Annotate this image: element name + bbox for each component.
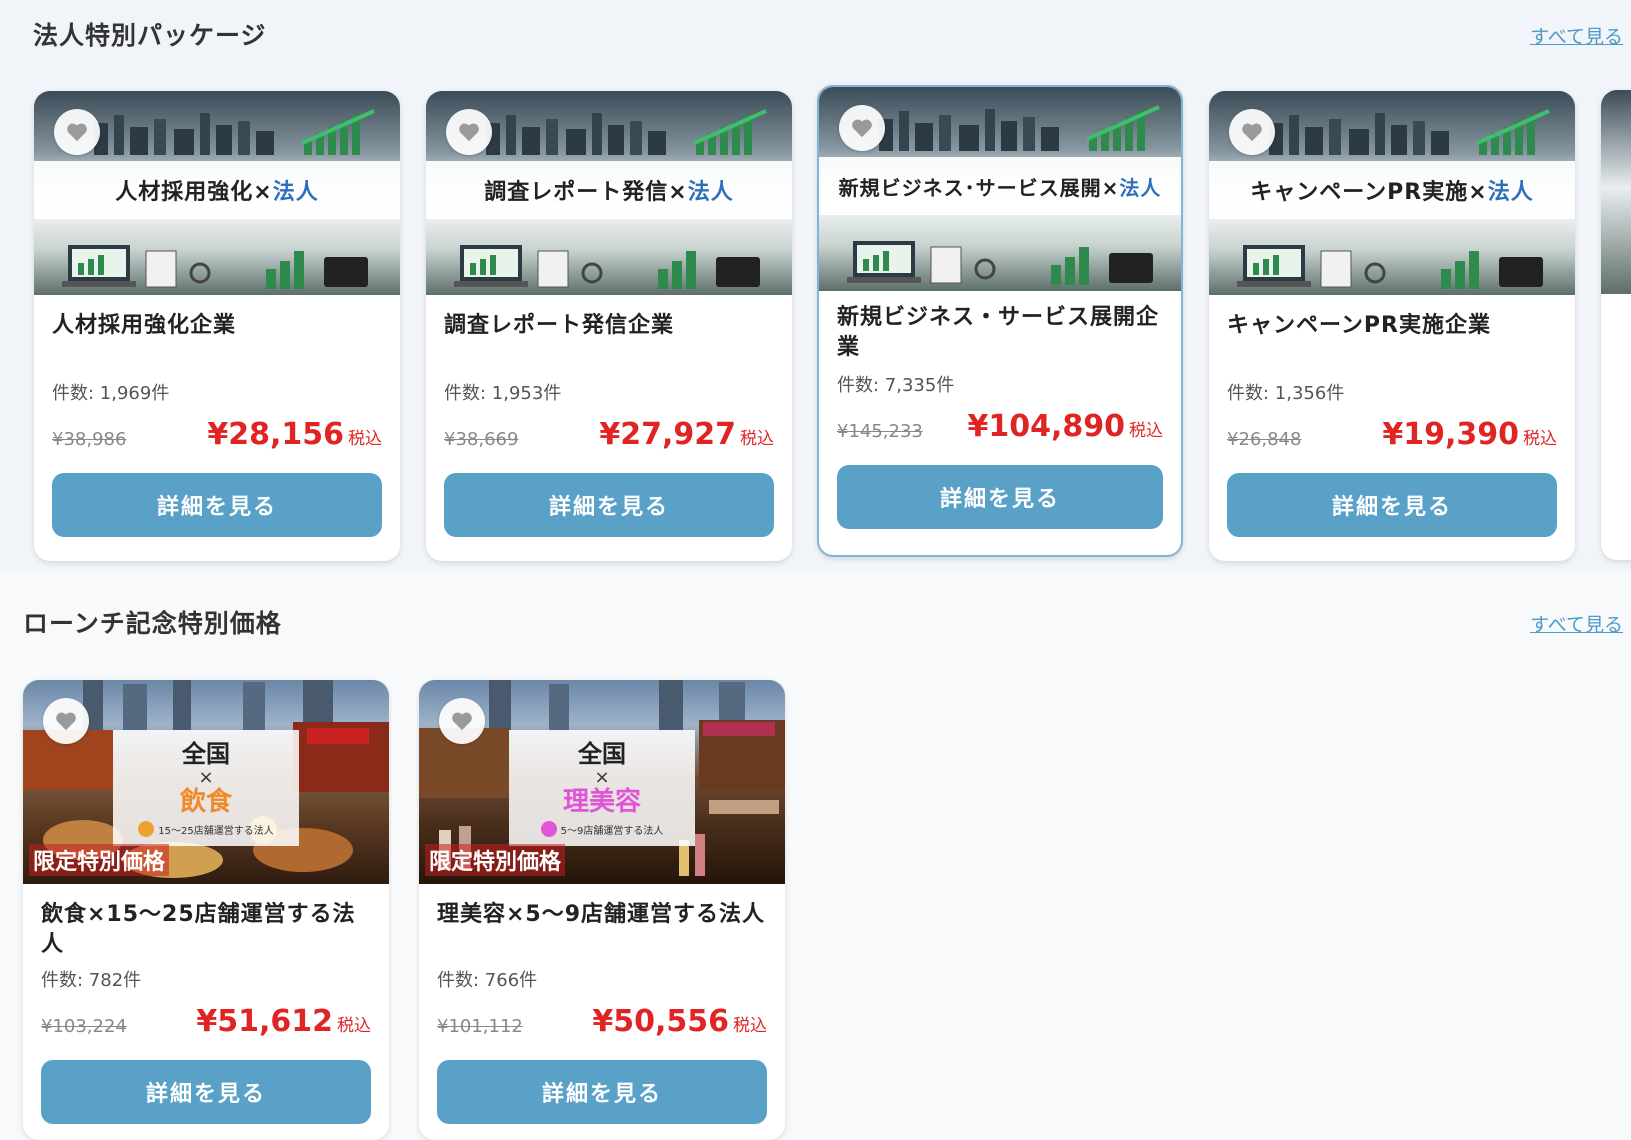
card-banner-text: キャンペーンPR実施× 法人 (1209, 161, 1575, 219)
times-symbol: × (594, 767, 610, 788)
original-price: ¥103,224 (41, 1016, 127, 1037)
original-price: ¥26,848 (1227, 429, 1302, 450)
detail-button[interactable]: 詳細を見る (41, 1060, 371, 1124)
card-thumbnail: キャンペーンPR実施× 法人 (1209, 91, 1575, 295)
region-label: 全国 (578, 740, 626, 768)
heart-icon (459, 123, 479, 142)
tax-label: 税込 (1523, 429, 1557, 449)
card-banner-text: 新規ビジネス･サービス展開× 法人 (819, 157, 1181, 215)
card-title: 理美容×5〜9店舗運営する法人 (437, 902, 766, 927)
card-title: 調査レポート発信企業 (444, 313, 675, 338)
favorite-button[interactable] (439, 698, 485, 744)
original-price: ¥38,986 (52, 429, 127, 450)
partial-package-card[interactable] (1601, 90, 1631, 560)
package-card[interactable]: 調査レポート発信× 法人 調査レポート発信企業 件数: 1,953件 ¥38,66… (426, 91, 792, 561)
section-title: 法人特別パッケージ (33, 21, 267, 50)
tax-label: 税込 (733, 1016, 767, 1036)
card-thumbnail: 新規ビジネス･サービス展開× 法人 (819, 87, 1181, 291)
limited-price-badge: 限定特別価格 (29, 844, 170, 876)
detail-button[interactable]: 詳細を見る (437, 1060, 767, 1124)
see-all-link[interactable]: すべて見る (1530, 610, 1623, 637)
sale-price: ¥28,156 税込 (207, 417, 382, 452)
card-thumbnail: 全国 × 飲食 15〜25店舗運営する法人 限定特別価格 (23, 680, 389, 884)
tax-label: 税込 (740, 429, 774, 449)
favorite-button[interactable] (54, 109, 100, 155)
fork-knife-icon (138, 821, 155, 837)
business-illustration (62, 245, 368, 289)
favorite-button[interactable] (43, 698, 89, 744)
times-symbol: × (198, 767, 214, 788)
detail-button[interactable]: 詳細を見る (1227, 473, 1557, 537)
original-price: ¥101,112 (437, 1016, 523, 1037)
limited-price-badge: 限定特別価格 (425, 844, 566, 876)
sale-price: ¥19,390 税込 (1382, 417, 1557, 452)
sale-price: ¥50,556 税込 (592, 1004, 767, 1039)
record-count: 件数: 1,356件 (1227, 383, 1345, 404)
record-count: 件数: 7,335件 (837, 375, 955, 396)
subcategory-label: 15〜25店舗運営する法人 (113, 821, 299, 837)
launch-card[interactable]: 全国 × 飲食 15〜25店舗運営する法人 限定特別価格 飲食×15〜25店舗運… (23, 680, 389, 1140)
corporate-package-section: 法人特別パッケージ すべて見る 人材採用強化× 法人 人材採用強化企業 件数: 1… (0, 0, 1631, 572)
heart-icon (452, 712, 472, 731)
original-price: ¥38,669 (444, 429, 519, 450)
heart-icon (852, 119, 872, 138)
record-count: 件数: 1,953件 (444, 383, 562, 404)
record-count: 件数: 782件 (41, 970, 142, 991)
card-title: 新規ビジネス・サービス展開企業 (837, 305, 1160, 360)
see-all-link[interactable]: すべて見る (1530, 22, 1623, 49)
card-thumbnail: 調査レポート発信× 法人 (426, 91, 792, 295)
sale-price: ¥27,927 税込 (599, 417, 774, 452)
tax-label: 税込 (348, 429, 382, 449)
favorite-button[interactable] (839, 105, 885, 151)
package-card[interactable]: 新規ビジネス･サービス展開× 法人 新規ビジネス・サービス展開企業 件数: 7,3… (817, 85, 1183, 557)
detail-button[interactable]: 詳細を見る (444, 473, 774, 537)
package-card[interactable]: キャンペーンPR実施× 法人 キャンペーンPR実施企業 件数: 1,356件 ¥2… (1209, 91, 1575, 561)
favorite-button[interactable] (446, 109, 492, 155)
record-count: 件数: 1,969件 (52, 383, 170, 404)
category-label: 理美容 (562, 787, 641, 817)
sale-price: ¥51,612 税込 (196, 1004, 371, 1039)
scissors-icon (540, 821, 557, 837)
business-illustration (454, 245, 760, 289)
card-banner-text: 人材採用強化× 法人 (34, 161, 400, 219)
heart-icon (67, 123, 87, 142)
favorite-button[interactable] (1229, 109, 1275, 155)
package-card[interactable]: 人材採用強化× 法人 人材採用強化企業 件数: 1,969件 ¥38,986 ¥2… (34, 91, 400, 561)
detail-button[interactable]: 詳細を見る (837, 465, 1163, 529)
category-overlay: 全国 × 飲食 15〜25店舗運営する法人 (113, 730, 299, 846)
category-label: 飲食 (179, 787, 232, 817)
heart-icon (1242, 123, 1262, 142)
card-thumbnail: 全国 × 理美容 5〜9店舗運営する法人 限定特別価格 (419, 680, 785, 884)
record-count: 件数: 766件 (437, 970, 538, 991)
heart-icon (56, 712, 76, 731)
card-title: 飲食×15〜25店舗運営する法人 (41, 902, 356, 957)
tax-label: 税込 (1129, 421, 1163, 441)
card-title: 人材採用強化企業 (52, 313, 237, 338)
sale-price: ¥104,890 税込 (967, 409, 1163, 444)
detail-button[interactable]: 詳細を見る (52, 473, 382, 537)
launch-special-section: ローンチ記念特別価格 すべて見る 全国 × 飲食 15〜25店舗運営する法人 限… (0, 572, 1631, 1140)
category-overlay: 全国 × 理美容 5〜9店舗運営する法人 (509, 730, 695, 846)
card-banner-text: 調査レポート発信× 法人 (426, 161, 792, 219)
card-thumbnail: 人材採用強化× 法人 (34, 91, 400, 295)
card-thumbnail (1601, 90, 1631, 294)
business-illustration (1237, 245, 1543, 289)
card-title: キャンペーンPR実施企業 (1227, 313, 1491, 338)
original-price: ¥145,233 (837, 421, 923, 442)
region-label: 全国 (182, 740, 230, 768)
tax-label: 税込 (337, 1016, 371, 1036)
subcategory-label: 5〜9店舗運営する法人 (509, 821, 695, 837)
section-title: ローンチ記念特別価格 (23, 609, 282, 638)
business-illustration (847, 241, 1153, 285)
launch-card[interactable]: 全国 × 理美容 5〜9店舗運営する法人 限定特別価格 理美容×5〜9店舗運営す… (419, 680, 785, 1140)
